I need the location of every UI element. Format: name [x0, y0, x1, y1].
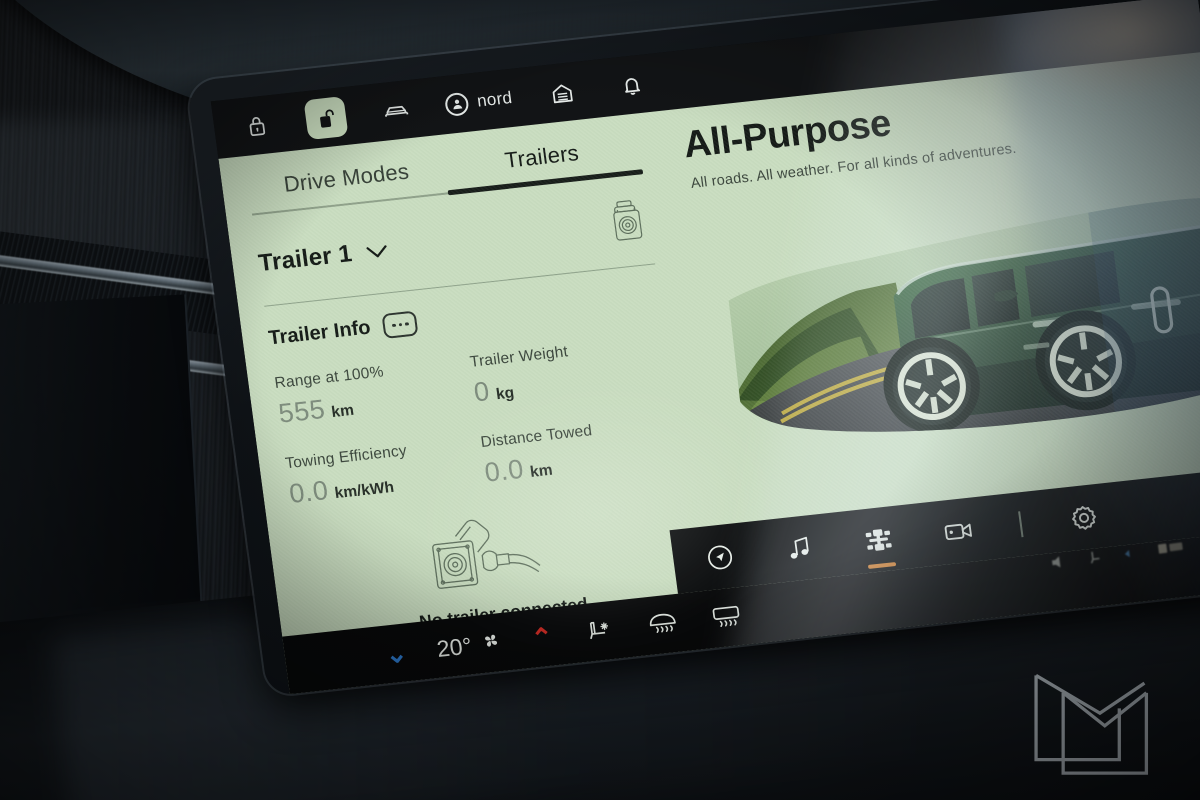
photo-scene: nord Drive Modes Trailers Trailer 1 Trai… [0, 0, 1200, 800]
trailer-selector-label: Trailer 1 [256, 239, 354, 277]
temp-increase-icon[interactable]: ⌃ [529, 622, 555, 654]
trailer-connector-icon [606, 197, 648, 249]
nav-active-indicator [867, 561, 897, 569]
seat-climate-icon[interactable] [581, 615, 619, 648]
stat-distance-towed: Distance Towed 0.0 km [480, 413, 683, 489]
unlock-icon[interactable] [303, 96, 349, 141]
more-options-icon[interactable] [381, 310, 419, 339]
fan-icon [479, 629, 503, 658]
infotainment-display: nord Drive Modes Trailers Trailer 1 Trai… [186, 0, 1200, 697]
trailer-info-label: Trailer Info [267, 316, 372, 350]
nav-navigation-icon[interactable] [699, 537, 740, 577]
chevron-down-icon [364, 236, 390, 266]
stat-distance-towed-unit: km [529, 461, 554, 481]
seat-heat-icon[interactable] [1088, 549, 1104, 571]
right-temp-readout[interactable] [1157, 539, 1186, 560]
nav-vehicle-icon[interactable] [858, 520, 899, 569]
display-screen: nord Drive Modes Trailers Trailer 1 Trai… [210, 0, 1200, 695]
display-bezel: nord Drive Modes Trailers Trailer 1 Trai… [186, 0, 1200, 697]
stat-trailer-weight-value: 0 [472, 376, 492, 408]
stat-towing-efficiency: Towing Efficiency 0.0 km/kWh [284, 434, 487, 510]
profile-name: nord [475, 87, 514, 111]
stat-towing-efficiency-value: 0.0 [287, 475, 331, 509]
stat-distance-towed-value: 0.0 [482, 453, 526, 488]
temperature-value: 20° [435, 631, 474, 662]
stat-trailer-weight: Trailer Weight 0 kg [469, 333, 672, 409]
temp-decrease-icon[interactable]: ⌄ [384, 637, 410, 669]
garage-icon[interactable] [539, 70, 584, 114]
bell-icon[interactable] [609, 63, 654, 107]
trailer-selector-left: Trailer 1 [257, 236, 390, 278]
nav-camera-icon[interactable] [938, 511, 979, 551]
indicator-light [1123, 545, 1138, 565]
stat-range: Range at 100% 555 km [274, 354, 477, 430]
stat-trailer-weight-unit: kg [494, 384, 516, 404]
nav-media-icon[interactable] [779, 529, 820, 569]
temperature-control[interactable]: 20° [435, 629, 503, 663]
avatar [443, 91, 470, 117]
stat-towing-efficiency-unit: km/kWh [333, 478, 396, 503]
lock-icon[interactable] [234, 104, 279, 148]
front-defrost-icon[interactable] [708, 601, 746, 634]
profile-chip[interactable]: nord [443, 86, 514, 117]
stat-range-value: 555 [276, 393, 327, 429]
volume-icon[interactable] [1049, 553, 1068, 575]
nav-divider [1018, 511, 1024, 538]
vehicle-icon[interactable] [373, 89, 418, 133]
rear-defrost-icon[interactable] [644, 608, 682, 641]
stat-range-unit: km [330, 401, 355, 422]
vehicle-hero-image [684, 153, 1200, 507]
